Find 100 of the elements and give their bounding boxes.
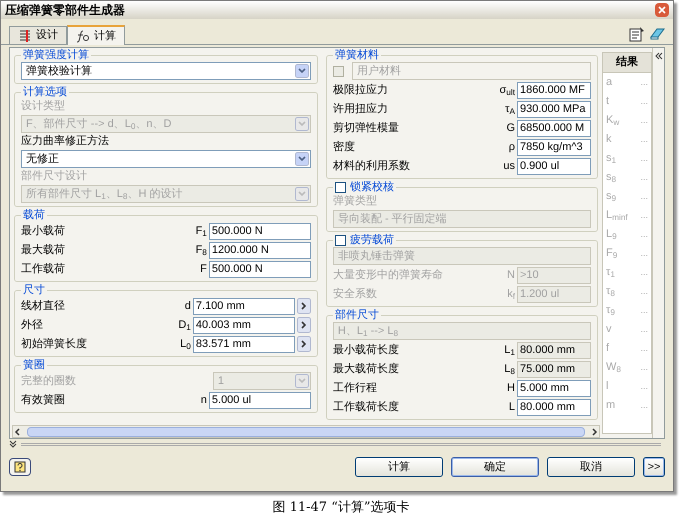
field-label: 完整的圈数 xyxy=(21,374,76,389)
input-field[interactable]: 0.900 ul xyxy=(517,158,591,174)
result-value: ... xyxy=(640,114,648,127)
spring-icon xyxy=(18,28,32,42)
input-field[interactable]: 7.100 mm xyxy=(192,298,295,314)
input-field[interactable]: 7850 kg/m^3 xyxy=(517,138,591,156)
input-field[interactable]: 1200.000 N xyxy=(208,242,311,258)
result-symbol: k xyxy=(606,132,612,148)
group-title: 锁紧校核 xyxy=(350,180,394,195)
result-value: ... xyxy=(640,228,648,241)
group-title: 载荷 xyxy=(23,208,45,223)
field-label: 工作载荷长度 xyxy=(332,400,400,415)
field-label: 剪切弹性模量 xyxy=(332,120,400,136)
tab[interactable]: 计算 xyxy=(67,25,125,45)
field-label: 初始弹簧长度 xyxy=(21,336,88,352)
symbol-label: L$_{1}$ xyxy=(504,342,515,358)
result-symbol: W$_{8}$ xyxy=(606,360,621,376)
arrow-button[interactable] xyxy=(296,317,311,333)
input-field[interactable]: 500.000 N xyxy=(208,260,311,278)
result-symbol: K$_{w}$ xyxy=(606,113,620,129)
input-field[interactable]: 5.000 ul xyxy=(208,392,311,408)
result-value: ... xyxy=(640,246,648,260)
group-title: 弹簧强度计算 xyxy=(23,48,89,63)
result-symbol: τ$_{9}$ xyxy=(606,303,615,319)
dropdown[interactable]: 无修正 xyxy=(21,150,311,168)
input-field[interactable]: 75.000 mm xyxy=(517,360,591,378)
symbol-label: n xyxy=(200,392,207,408)
checkbox[interactable] xyxy=(334,234,346,246)
arrow-button[interactable] xyxy=(296,298,311,314)
field-label: 工作行程 xyxy=(332,380,378,396)
expand-button[interactable]: >> xyxy=(643,457,665,477)
function-icon xyxy=(76,29,90,43)
symbol-label: us xyxy=(503,158,515,174)
tab[interactable]: 设计 xyxy=(9,26,67,44)
result-value: ... xyxy=(640,304,648,317)
result-symbol: s$_{8}$ xyxy=(606,170,616,186)
help-button[interactable] xyxy=(9,458,31,476)
group-title: 部件尺寸 xyxy=(334,308,379,323)
scrollbar-thumb[interactable] xyxy=(27,426,585,437)
input-field[interactable]: 80.000 mm xyxy=(517,398,591,416)
eraser-icon[interactable] xyxy=(649,26,665,42)
field-label: 弹簧类型 xyxy=(332,194,378,209)
input-field[interactable]: 500.000 N xyxy=(208,222,311,240)
result-symbol: s$_{1}$ xyxy=(606,151,616,167)
symbol-label: N xyxy=(507,268,515,283)
input-field[interactable]: 1860.000 MF xyxy=(517,82,591,98)
field-label: 应力曲率修正方法 xyxy=(21,134,110,149)
field-label: 大量变形中的弹簧寿命 xyxy=(332,268,444,283)
result-value: ... xyxy=(640,170,648,184)
result-value: ... xyxy=(640,208,648,222)
result-value: ... xyxy=(640,152,648,165)
dialog-button[interactable]: 取消 xyxy=(547,457,635,477)
symbol-label: G xyxy=(506,120,515,136)
field-label: 密度 xyxy=(332,140,356,155)
dialog-button[interactable]: 确定 xyxy=(451,457,539,477)
input-field[interactable]: 80.000 mm xyxy=(517,342,591,358)
result-value: ... xyxy=(640,360,648,374)
expand-down-icon[interactable] xyxy=(9,440,17,448)
symbol-label: σ$_{ult}$ xyxy=(499,82,515,98)
field-label: 许用扭应力 xyxy=(332,102,389,117)
field-label: 最小载荷 xyxy=(21,224,66,239)
input-field[interactable]: 68500.000 M xyxy=(517,120,591,136)
dialog-button[interactable]: 计算 xyxy=(355,457,443,477)
result-symbol: L$_{minf}$ xyxy=(606,208,628,224)
input-field[interactable]: 930.000 MPa xyxy=(517,100,591,118)
arrow-button[interactable] xyxy=(296,336,311,352)
document-icon[interactable] xyxy=(629,26,645,42)
symbol-label: k$_{f}$ xyxy=(507,286,515,302)
result-value: ... xyxy=(640,380,648,393)
input-field[interactable]: 83.571 mm xyxy=(192,336,295,352)
result-symbol: m xyxy=(606,398,616,414)
field-label: 材料的利用系数 xyxy=(332,158,411,174)
symbol-label: F$_{1}$ xyxy=(196,224,207,240)
result-symbol: l xyxy=(606,379,608,394)
dropdown[interactable]: 弹簧校验计算 xyxy=(21,62,311,80)
figure-caption: 图 11-47 “计算”选项卡 xyxy=(272,499,410,517)
checkbox[interactable] xyxy=(334,182,346,192)
help-icon xyxy=(14,461,26,473)
result-symbol: t xyxy=(606,94,610,110)
group-title: 簧圈 xyxy=(23,358,45,373)
result-symbol: v xyxy=(606,322,612,338)
symbol-label: L$_{8}$ xyxy=(504,362,515,378)
result-symbol: τ$_{1}$ xyxy=(606,265,615,281)
input-field[interactable]: 40.003 mm xyxy=(192,316,295,334)
close-button[interactable] xyxy=(655,3,669,17)
result-value: ... xyxy=(640,94,648,108)
symbol-label: L xyxy=(508,400,515,415)
field-label: 最小载荷长度 xyxy=(332,342,400,358)
group-title: 弹簧材料 xyxy=(334,48,379,63)
horizontal-scrollbar[interactable] xyxy=(12,425,600,438)
field-label: 外径 xyxy=(21,318,44,333)
group-title: 疲劳载荷 xyxy=(350,232,394,248)
input-field[interactable]: 5.000 mm xyxy=(517,380,591,396)
symbol-label: F xyxy=(200,262,207,277)
result-value: ... xyxy=(640,398,648,412)
result-symbol: F$_{9}$ xyxy=(606,246,618,262)
collapse-icon[interactable] xyxy=(654,52,662,60)
close-icon xyxy=(658,6,666,14)
result-value: ... xyxy=(640,132,648,146)
result-symbol: τ$_{8}$ xyxy=(606,284,615,300)
